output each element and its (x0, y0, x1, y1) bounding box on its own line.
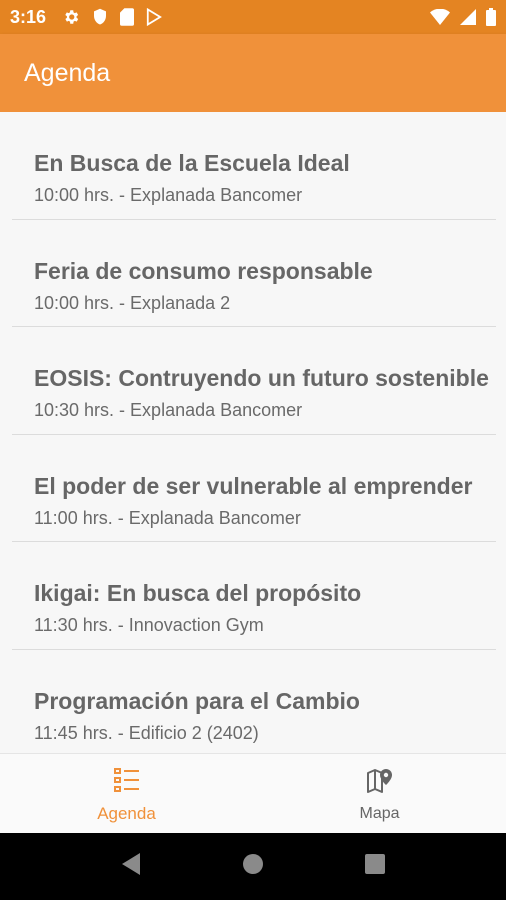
agenda-list[interactable]: En Busca de la Escuela Ideal 10:00 hrs. … (0, 112, 506, 753)
item-subtitle: 11:30 hrs. - Innovaction Gym (34, 615, 264, 635)
list-item[interactable]: En Busca de la Escuela Ideal 10:00 hrs. … (0, 112, 506, 220)
list-item[interactable]: Feria de consumo responsable 10:00 hrs. … (0, 220, 506, 327)
shield-icon (92, 8, 108, 26)
item-subtitle: 10:00 hrs. - Explanada Bancomer (34, 185, 303, 205)
item-title: Ikigai: En busca del propósito (34, 580, 362, 606)
status-right-icons (430, 8, 496, 26)
status-bar: 3:16 (0, 0, 506, 34)
gear-icon (62, 8, 80, 26)
item-title: Programación para el Cambio (34, 687, 360, 714)
nav-item-mapa[interactable]: Mapa (253, 754, 506, 834)
system-nav-bar (0, 833, 506, 900)
list-item[interactable]: El poder de ser vulnerable al emprender … (0, 435, 506, 542)
status-left-icons (62, 8, 162, 26)
item-subtitle: 11:45 hrs. - Edificio 2 (2402) (34, 722, 259, 743)
item-title: Feria de consumo responsable (34, 257, 373, 284)
bottom-nav: Agenda Mapa (0, 753, 506, 834)
item-title: EOSIS: Contruyendo un futuro sostenible (34, 365, 489, 391)
list-icon (113, 764, 141, 796)
item-subtitle: 10:30 hrs. - Explanada Bancomer (34, 400, 303, 420)
play-store-icon (146, 8, 162, 26)
nav-item-agenda[interactable]: Agenda (0, 754, 253, 834)
battery-icon (486, 8, 496, 26)
item-subtitle: 10:00 hrs. - Explanada 2 (34, 292, 231, 313)
back-icon[interactable] (120, 852, 142, 881)
signal-icon (460, 9, 476, 25)
status-time: 3:16 (10, 6, 47, 27)
item-title: El poder de ser vulnerable al emprender (34, 472, 473, 499)
nav-label-agenda: Agenda (97, 804, 156, 823)
item-subtitle: 11:00 hrs. - Explanada Bancomer (34, 507, 301, 528)
app-bar: Agenda (0, 34, 506, 112)
item-title: En Busca de la Escuela Ideal (34, 150, 350, 176)
list-item[interactable]: Programación para el Cambio 11:45 hrs. -… (0, 650, 506, 754)
recents-icon[interactable] (364, 853, 386, 880)
list-item[interactable]: Ikigai: En busca del propósito 11:30 hrs… (0, 542, 506, 650)
wifi-icon (430, 9, 450, 25)
home-icon[interactable] (242, 853, 264, 880)
list-item[interactable]: EOSIS: Contruyendo un futuro sostenible … (0, 327, 506, 435)
nav-label-mapa: Mapa (359, 805, 400, 822)
page-title: Agenda (24, 58, 111, 87)
map-pin-icon (365, 765, 395, 797)
sd-card-icon (120, 8, 135, 26)
